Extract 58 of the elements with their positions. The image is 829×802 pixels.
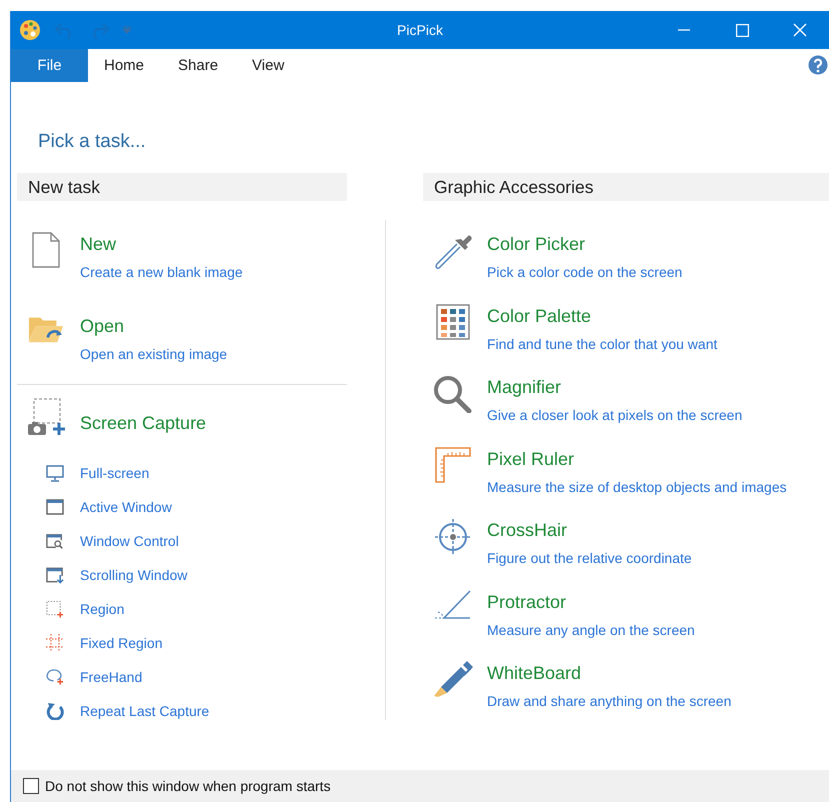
ribbon-tab[interactable]: Home	[88, 49, 160, 82]
capture-option[interactable]: Fixed Region	[80, 635, 162, 651]
window-title: PicPick	[397, 22, 443, 38]
section-header: Graphic Accessories	[434, 177, 594, 197]
swatch-grid-icon	[436, 304, 470, 340]
ruler-icon	[435, 446, 471, 482]
task-description: Draw and share anything on the screen	[487, 692, 732, 711]
protractor-icon	[434, 590, 472, 620]
task-description: Pick a color code on the screen	[487, 263, 682, 282]
task-description: Find and tune the color that you want	[487, 334, 718, 354]
task-description: Figure out the relative coordinate	[487, 549, 692, 568]
task-description: Open an existing image	[80, 345, 228, 364]
monitor-icon	[46, 464, 64, 482]
dashed-region-icon	[46, 600, 64, 618]
task-title[interactable]: Screen Capture	[80, 411, 206, 435]
capture-option[interactable]: Repeat Last Capture	[80, 703, 210, 719]
task-title[interactable]: Color Palette	[487, 304, 592, 328]
task-title[interactable]: Pixel Ruler	[487, 446, 574, 470]
task-title[interactable]: Color Picker	[487, 232, 586, 256]
capture-option[interactable]: Scrolling Window	[80, 567, 188, 583]
capture-option[interactable]: Window Control	[80, 533, 179, 549]
pen-icon	[433, 661, 473, 697]
capture-option[interactable]: Full-screen	[80, 465, 150, 481]
task-title[interactable]: Protractor	[487, 590, 566, 614]
task-title[interactable]: WhiteBoard	[487, 661, 582, 685]
window-magnifier-icon	[46, 532, 64, 550]
window-arrow-icon	[46, 566, 64, 584]
task-title[interactable]: Magnifier	[487, 375, 562, 399]
maximize-icon[interactable]	[736, 24, 748, 36]
minimize-icon[interactable]	[678, 29, 690, 31]
magnifier-icon	[433, 375, 473, 413]
page-icon	[32, 232, 60, 268]
task-description: Measure any angle on the screen	[487, 620, 695, 640]
capture-option[interactable]: FreeHand	[80, 669, 142, 685]
ribbon-tab[interactable]: View	[236, 49, 300, 82]
window-icon	[46, 499, 64, 515]
checkbox[interactable]	[23, 778, 39, 794]
task-title[interactable]: CrossHair	[487, 518, 568, 542]
file-menu-button[interactable]: File	[11, 49, 88, 82]
crosshair-icon	[434, 518, 472, 556]
palette-icon[interactable]	[19, 19, 41, 41]
camera-selection-icon	[28, 398, 66, 436]
capture-option[interactable]: Active Window	[80, 499, 172, 515]
ribbon-tab[interactable]: Share	[162, 49, 234, 82]
section-header: New task	[28, 177, 100, 197]
repeat-icon	[46, 702, 64, 720]
capture-option[interactable]: Region	[80, 601, 124, 617]
task-description: Give a closer look at pixels on the screen	[487, 406, 742, 425]
page-heading: Pick a task...	[38, 131, 146, 152]
lasso-icon	[46, 668, 64, 686]
grid-icon	[46, 634, 64, 652]
task-title[interactable]: Open	[80, 314, 124, 338]
checkbox-label[interactable]: Do not show this window when program starts	[45, 778, 331, 794]
task-title[interactable]: New	[80, 232, 116, 256]
task-description: Create a new blank image	[80, 263, 243, 282]
close-icon[interactable]	[793, 23, 807, 37]
task-description: Measure the size of desktop objects and images	[487, 478, 787, 496]
help-icon[interactable]	[808, 55, 828, 75]
